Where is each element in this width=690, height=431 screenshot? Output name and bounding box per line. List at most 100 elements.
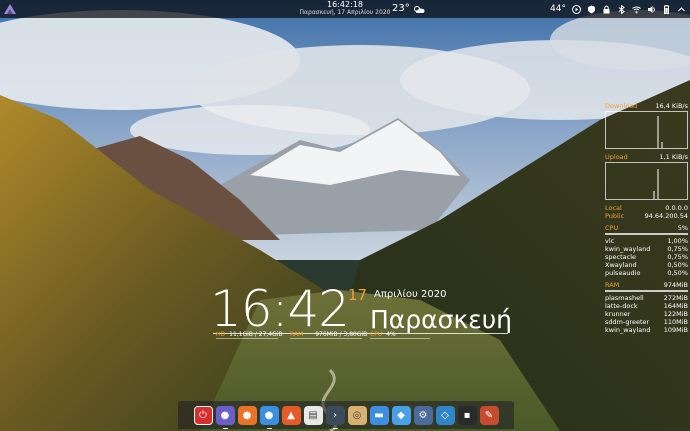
desktop-clock-day: 17 — [348, 286, 368, 304]
dock-item-terminal[interactable]: › — [325, 405, 345, 429]
ram-label: RAM — [290, 331, 304, 338]
process-value: 0,50% — [667, 261, 688, 269]
chevron-up-icon[interactable] — [677, 5, 686, 14]
public-ip-value: 94.64.200.54 — [644, 212, 688, 220]
dock-item-disks[interactable]: ◎ — [347, 405, 367, 425]
battery-icon[interactable] — [662, 4, 671, 14]
public-ip-row: Public 94.64.200.54 — [605, 212, 688, 220]
weather-temperature: 23° — [392, 3, 410, 14]
dock-item-shutdown[interactable]: ⏻ — [193, 405, 213, 425]
ram-row: RAM 974MiB — [605, 281, 688, 289]
process-value: 272MiB — [663, 294, 688, 302]
download-label: Download — [605, 102, 638, 110]
bluetooth-icon[interactable] — [617, 4, 626, 14]
process-name: pulseaudio — [605, 269, 641, 277]
cpu-label: CPU — [370, 331, 383, 338]
ram-usage-bar — [290, 338, 362, 339]
volume-icon[interactable] — [647, 5, 656, 14]
disk-usage-bar — [216, 338, 278, 339]
list-item: kwin_wayland 0,75% — [605, 245, 688, 253]
document-icon: ▤ — [308, 409, 318, 421]
local-ip-label: Local — [605, 204, 622, 212]
ram-total-value: 974MiB — [663, 281, 688, 289]
disk-value: 11,1GiB / 27,4GiB — [229, 331, 283, 338]
dock-item-discover[interactable]: ◆ — [391, 405, 411, 425]
weather-widget[interactable]: 23° — [392, 2, 425, 16]
play-icon[interactable] — [572, 4, 581, 14]
process-name: latte-dock — [605, 302, 638, 310]
process-name: spectacle — [605, 253, 636, 261]
ram-stat: RAM 976MiB / 3,80GiB — [290, 331, 367, 338]
power-icon: ⏻ — [199, 409, 207, 421]
local-ip-row: Local 0.0.0.0 — [605, 204, 688, 212]
disk-icon: ◎ — [352, 409, 362, 421]
list-item: sddm-greeter 110MiB — [605, 318, 688, 326]
cpu-row: CPU 5% — [605, 224, 688, 232]
process-value: 109MiB — [663, 326, 688, 334]
cpu-temperature[interactable]: 44° — [550, 4, 566, 14]
process-value: 1,00% — [667, 237, 688, 245]
cpu-separator — [605, 233, 688, 235]
desktop-clock-weekday: Παρασκευή — [370, 305, 513, 334]
process-value: 0,75% — [667, 253, 688, 261]
process-name: kwin_wayland — [605, 245, 651, 253]
dock-item-chrome[interactable]: ● — [259, 405, 279, 429]
list-item: pulseaudio 0,50% — [605, 269, 688, 277]
dock-item-system-monitor[interactable]: ⚙ — [413, 405, 433, 425]
console-icon: ▪ — [463, 409, 471, 421]
local-ip-value: 0.0.0.0 — [665, 204, 688, 212]
list-item: spectacle 0,75% — [605, 253, 688, 261]
ram-separator — [605, 290, 688, 292]
process-value: 110MiB — [663, 318, 688, 326]
dock-item-brave[interactable]: ▲ — [281, 405, 301, 425]
list-item: Xwayland 0,50% — [605, 261, 688, 269]
latte-dock: ⏻ ● ● ● ▲ ▤ › ◎ ▬ ◆ ⚙ ◇ ▪ ✎ — [178, 401, 514, 429]
dock-item-kate[interactable]: ✎ — [479, 405, 499, 425]
top-panel: 16:42:18 Παρασκευή, 17 Απριλίου 2020 23°… — [0, 0, 690, 18]
download-graph — [605, 111, 688, 149]
public-ip-label: Public — [605, 212, 625, 220]
cpu-total-label: CPU — [605, 224, 619, 232]
wifi-icon[interactable] — [632, 5, 641, 14]
vpn-lock-icon[interactable] — [602, 5, 611, 14]
desktop-clock-month-year: Απριλίου 2020 — [374, 289, 447, 300]
monitor-icon: ⚙ — [418, 409, 428, 421]
dock-item-document-viewer[interactable]: ▤ — [303, 405, 323, 425]
firefox-icon: ● — [242, 409, 252, 421]
process-value: 0,75% — [667, 245, 688, 253]
dock-item-konsole[interactable]: ▪ — [457, 405, 477, 425]
cpu-usage-bar — [370, 338, 430, 339]
process-value: 122MiB — [663, 310, 688, 318]
download-row: Download 16,4 KiB/s — [605, 102, 688, 110]
process-name: sddm-greeter — [605, 318, 650, 326]
cpu-stat: CPU 4% — [370, 331, 396, 338]
shield-icon[interactable] — [587, 5, 596, 14]
cpu-block: CPU 5% vlc 1,00% kwin_wayland 0,75% specta… — [605, 224, 688, 277]
upload-value: 1,1 KiB/s — [659, 153, 688, 161]
process-name: Xwayland — [605, 261, 637, 269]
download-value: 16,4 KiB/s — [655, 102, 688, 110]
list-item: krunner 122MiB — [605, 310, 688, 318]
kdeconnect-icon: ◇ — [441, 409, 449, 421]
process-name: krunner — [605, 310, 631, 318]
dock-item-kdeconnect[interactable]: ◇ — [435, 405, 455, 425]
cpu-total-value: 5% — [677, 224, 688, 232]
list-item: vlc 1,00% — [605, 237, 688, 245]
dock-item-firefox[interactable]: ● — [237, 405, 257, 425]
desktop-wallpaper — [0, 0, 690, 431]
cpu-value: 4% — [386, 331, 396, 338]
editor-icon: ✎ — [484, 409, 494, 421]
list-item: latte-dock 164MiB — [605, 302, 688, 310]
brave-icon: ▲ — [287, 409, 295, 421]
list-item: kwin_wayland 109MiB — [605, 326, 688, 334]
system-monitor-widget: Download 16,4 KiB/s Upload 1,1 KiB/s Loc… — [605, 102, 688, 334]
disk-stat: HD 11,1GiB / 27,4GiB — [216, 331, 283, 338]
process-name: vlc — [605, 237, 615, 245]
upload-label: Upload — [605, 153, 628, 161]
system-tray: 44° — [550, 2, 686, 16]
dock-item-settings[interactable]: ● — [215, 405, 235, 429]
dock-item-files[interactable]: ▬ — [369, 405, 389, 425]
upload-graph — [605, 162, 688, 200]
chrome-icon: ● — [264, 409, 274, 421]
disk-label: HD — [216, 331, 226, 338]
